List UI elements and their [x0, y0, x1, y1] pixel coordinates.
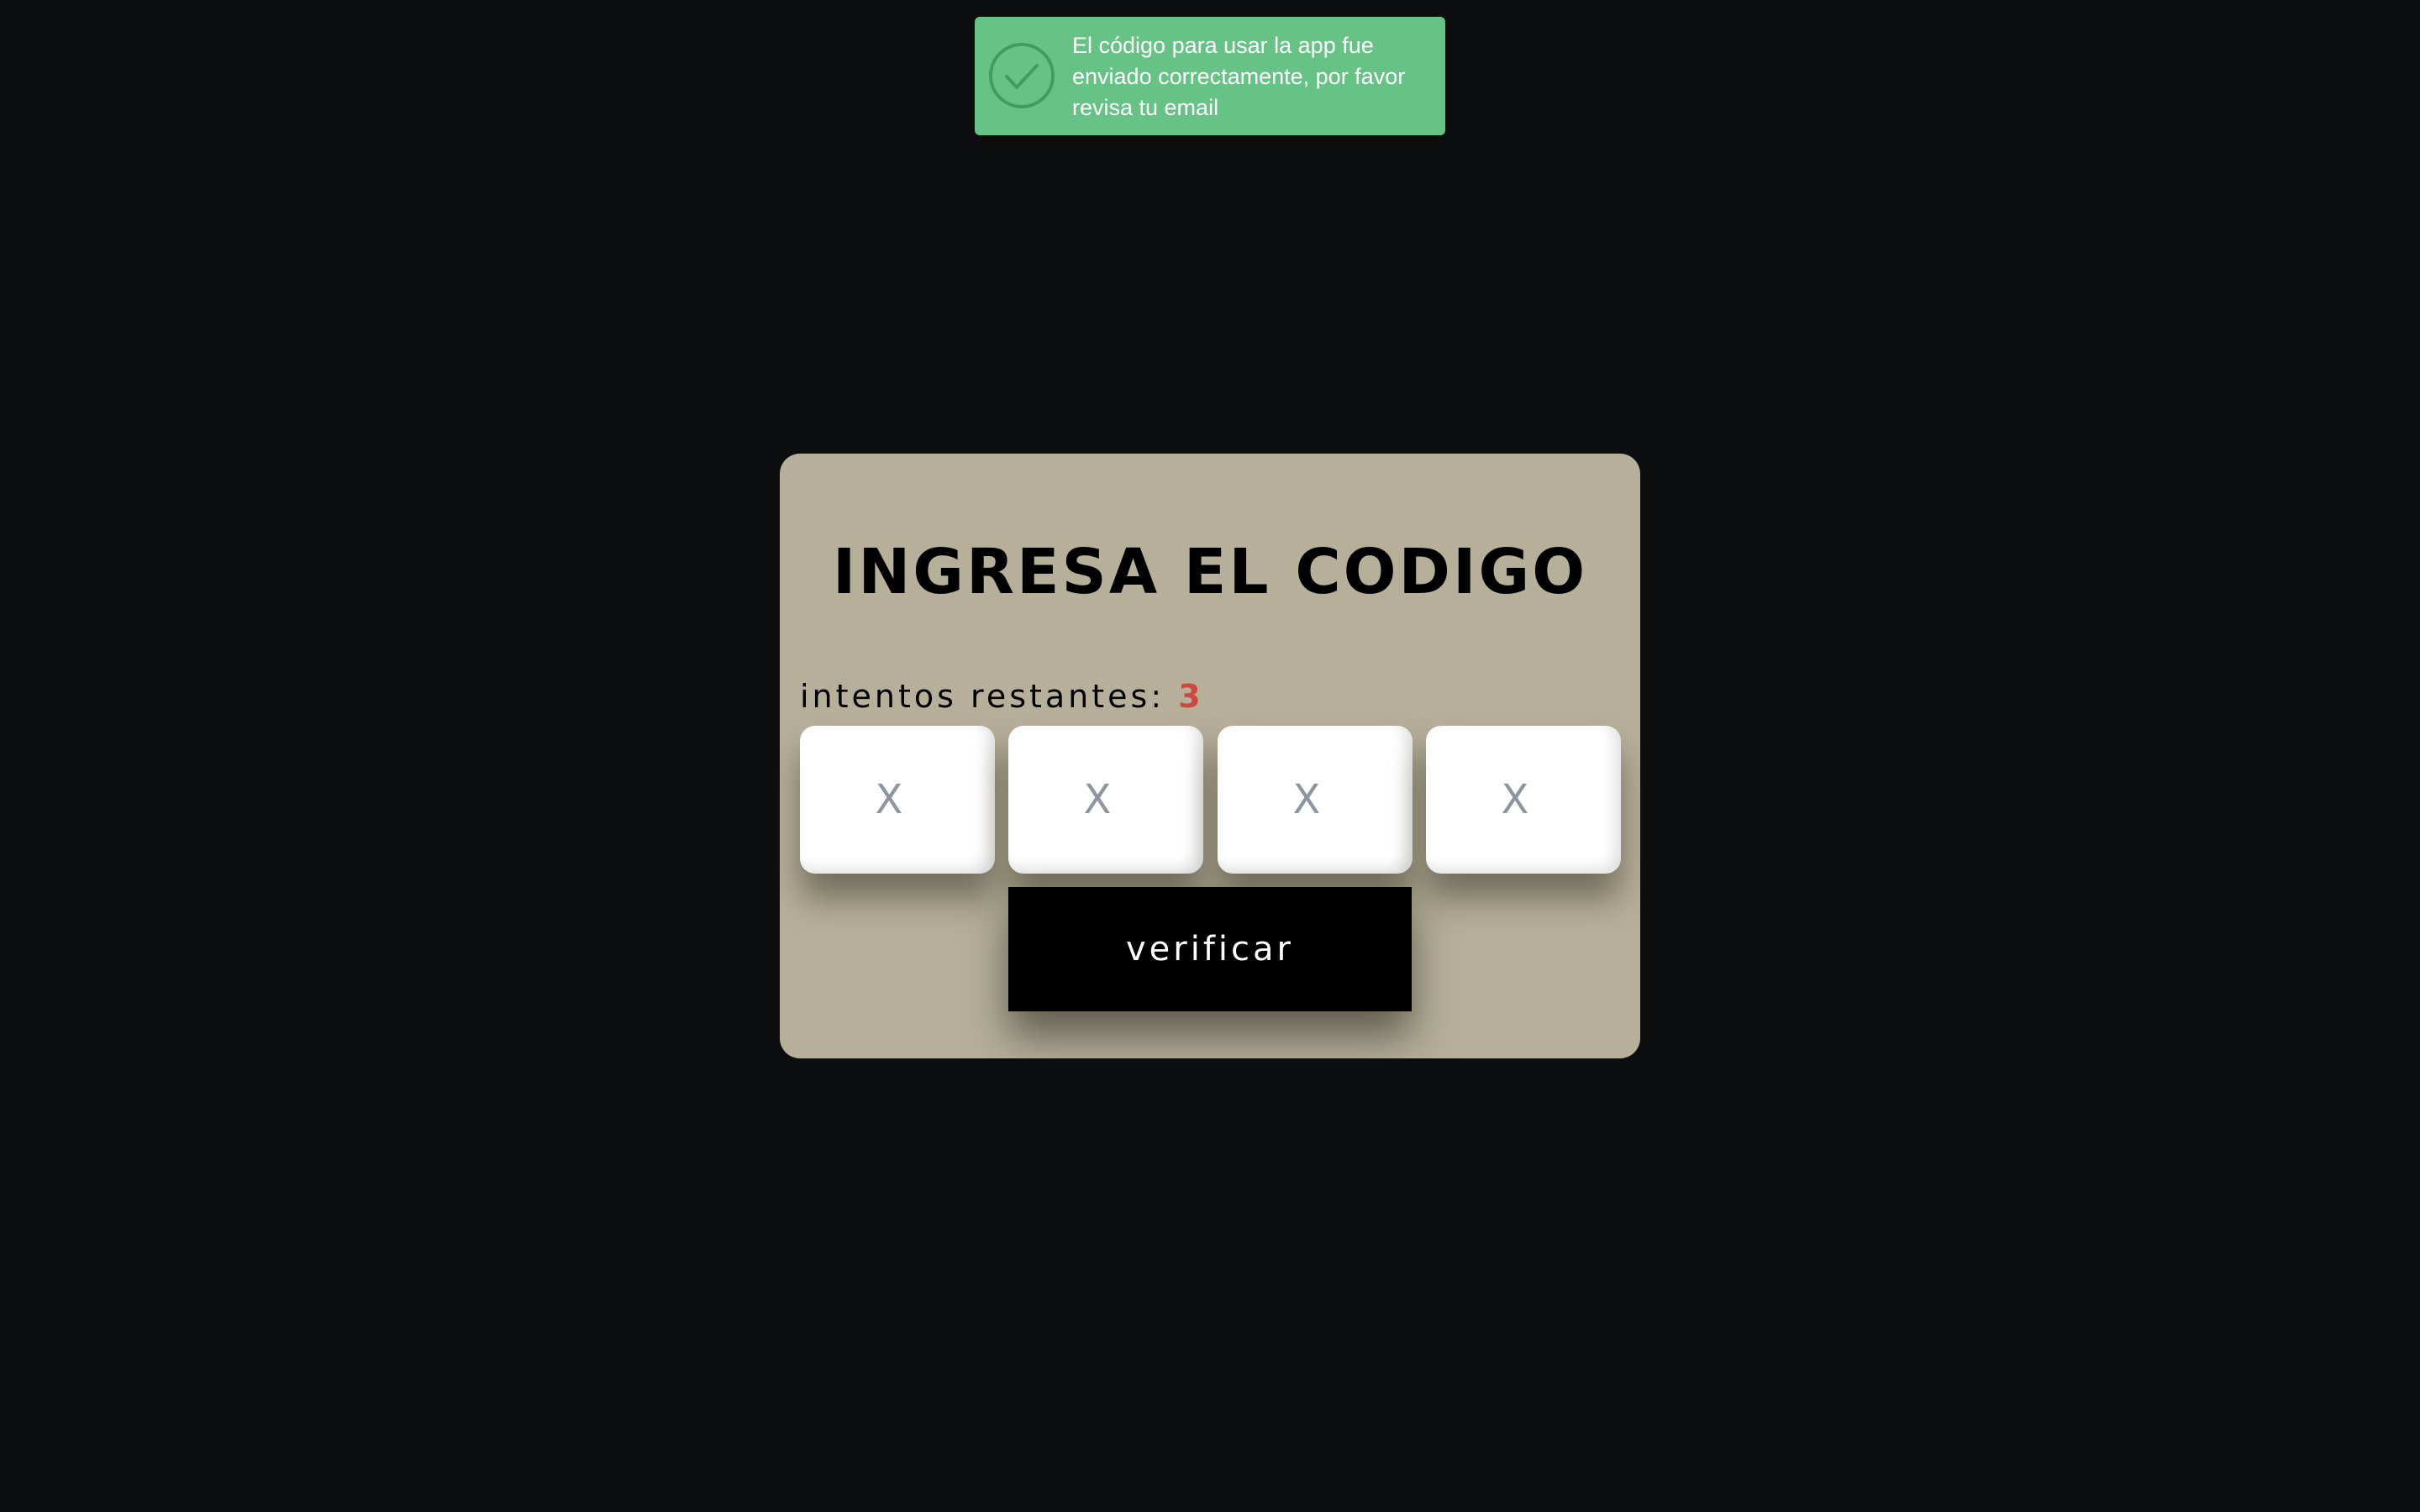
verification-card: INGRESA EL CODIGO intentos restantes: 3 …: [780, 454, 1640, 1058]
page-title: INGRESA EL CODIGO: [832, 536, 1588, 608]
code-digit-input-3[interactable]: [1218, 726, 1413, 874]
check-circle-icon: [988, 42, 1055, 109]
verify-button[interactable]: verificar: [1008, 887, 1412, 1011]
code-digit-input-4[interactable]: [1426, 726, 1621, 874]
success-toast: El código para usar la app fue enviado c…: [975, 17, 1445, 135]
code-digit-input-1[interactable]: [800, 726, 995, 874]
remaining-attempts: intentos restantes: 3: [800, 675, 1204, 717]
toast-message: El código para usar la app fue enviado c…: [1072, 33, 1406, 120]
attempts-label: intentos restantes:: [800, 678, 1179, 715]
attempts-count: 3: [1178, 678, 1204, 715]
code-input-group: [800, 726, 1621, 874]
code-digit-input-2[interactable]: [1008, 726, 1203, 874]
